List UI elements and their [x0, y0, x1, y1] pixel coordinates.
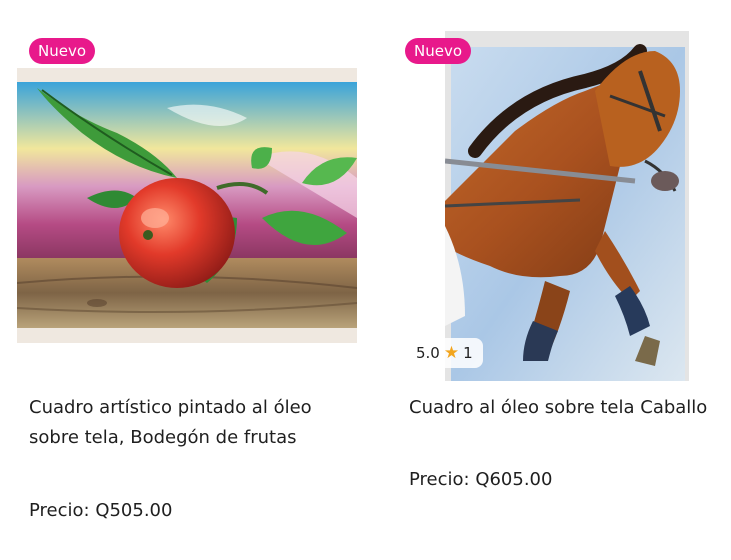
- product-title[interactable]: Cuadro artístico pintado al óleo sobre t…: [29, 393, 339, 453]
- product-price: Precio: Q505.00: [29, 500, 173, 521]
- product-image[interactable]: [445, 31, 689, 381]
- product-card[interactable]: Nuevo 5.0 ★ 1 Cuadro al óleo sobre tela …: [397, 0, 731, 560]
- rating-badge: 5.0 ★ 1: [409, 338, 483, 368]
- product-title[interactable]: Cuadro al óleo sobre tela Caballo: [409, 393, 719, 423]
- product-image[interactable]: [17, 68, 357, 343]
- new-badge: Nuevo: [405, 38, 472, 64]
- product-price: Precio: Q605.00: [409, 469, 553, 490]
- new-badge: Nuevo: [29, 38, 96, 64]
- rating-score: 5.0: [416, 344, 440, 362]
- star-icon: ★: [443, 343, 460, 363]
- rating-count: 1: [463, 344, 473, 362]
- product-card[interactable]: Nuevo Cuadro artístico pintado al óleo s…: [17, 0, 357, 560]
